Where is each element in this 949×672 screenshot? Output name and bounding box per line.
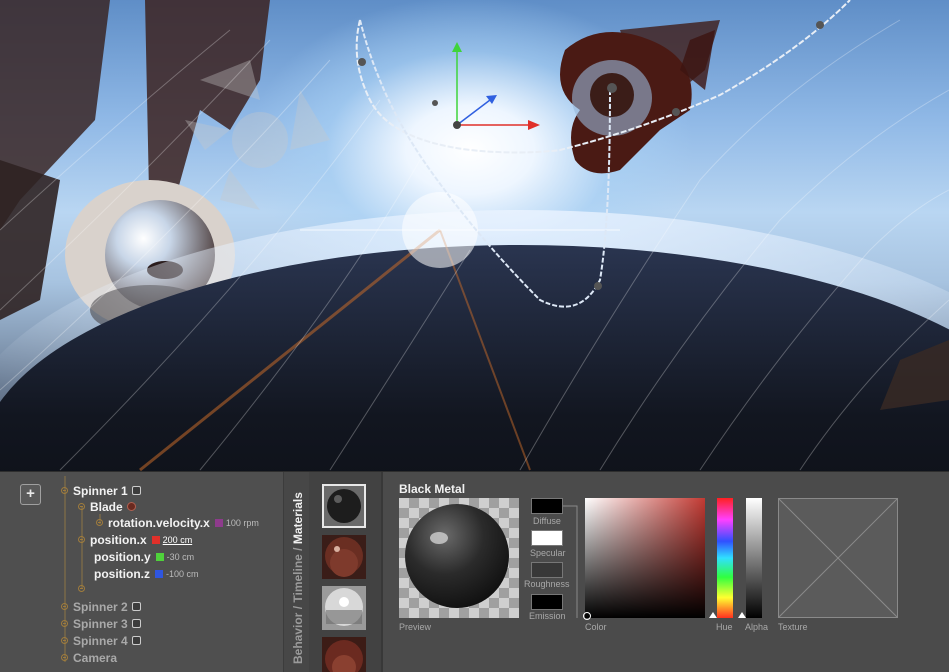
channel-value[interactable]: 200 cm bbox=[163, 535, 193, 545]
tree-item-blade[interactable]: Blade bbox=[78, 498, 136, 515]
material-thumb-red-metal[interactable] bbox=[322, 637, 366, 672]
color-picker-cursor[interactable] bbox=[583, 612, 591, 620]
tree-item-position-z[interactable]: position.z -100 cm bbox=[94, 565, 199, 582]
tree-item-label: Spinner 4 bbox=[73, 633, 128, 648]
node-dot-icon bbox=[61, 487, 68, 494]
channel-color-swatch bbox=[151, 535, 160, 544]
tree-item-spinner-4[interactable]: Spinner 4 bbox=[61, 632, 141, 649]
panel-tabs: Behavior / Timeline / Materials bbox=[283, 472, 310, 672]
tree-item-label: Spinner 3 bbox=[73, 616, 128, 631]
node-dot-icon bbox=[61, 654, 68, 661]
material-object-icon bbox=[126, 502, 136, 511]
emission-swatch[interactable] bbox=[531, 594, 563, 610]
specular-swatch[interactable] bbox=[531, 530, 563, 546]
hue-label: Hue bbox=[716, 622, 733, 632]
diffuse-swatch[interactable] bbox=[531, 498, 563, 514]
object-icon bbox=[131, 619, 141, 628]
texture-label: Texture bbox=[778, 622, 808, 632]
tab-materials[interactable]: Materials bbox=[291, 492, 305, 544]
tree-item-label: Spinner 2 bbox=[73, 599, 128, 614]
tab-behavior[interactable]: Behavior bbox=[291, 613, 305, 664]
color-picker-field[interactable] bbox=[583, 498, 705, 620]
spinner-blade bbox=[560, 30, 715, 174]
tree-item-label: Blade bbox=[90, 499, 123, 514]
tree-item-label: position.x bbox=[90, 532, 147, 547]
empty-texture-icon bbox=[778, 498, 898, 618]
channel-color-swatch bbox=[155, 552, 164, 561]
emission-label: Emission bbox=[529, 611, 566, 621]
tab-separator: / bbox=[291, 602, 305, 613]
tree-add-child[interactable] bbox=[78, 580, 90, 597]
specular-label: Specular bbox=[530, 548, 566, 558]
preview-label: Preview bbox=[399, 622, 432, 632]
channel-value[interactable]: 100 rpm bbox=[226, 518, 259, 528]
material-thumb-red-glossy[interactable] bbox=[322, 535, 366, 579]
node-dot-icon bbox=[96, 519, 103, 526]
diffuse-label: Diffuse bbox=[533, 516, 561, 526]
material-name[interactable]: Black Metal bbox=[399, 482, 465, 496]
color-label: Color bbox=[585, 622, 607, 632]
tree-item-label: Spinner 1 bbox=[73, 483, 128, 498]
material-preview bbox=[399, 498, 519, 618]
tab-separator: / bbox=[291, 544, 305, 555]
alpha-slider-handle[interactable] bbox=[738, 612, 746, 618]
alpha-label: Alpha bbox=[745, 622, 769, 632]
tree-item-label: rotation.velocity.x bbox=[108, 515, 210, 530]
transform-gizmo[interactable] bbox=[452, 42, 540, 130]
channel-value[interactable]: -30 cm bbox=[167, 552, 195, 562]
tab-timeline[interactable]: Timeline bbox=[291, 554, 305, 602]
tree-item-spinner-3[interactable]: Spinner 3 bbox=[61, 615, 141, 632]
axis-z-handle[interactable] bbox=[456, 99, 491, 126]
bottom-panel: + Spinner 1 Blade rotation.velocity.x 10… bbox=[0, 471, 949, 672]
channel-color-swatch bbox=[155, 569, 163, 578]
material-thumb-chrome[interactable] bbox=[322, 586, 366, 630]
tree-item-position-x[interactable]: position.x 200 cm bbox=[78, 531, 192, 548]
node-dot-icon bbox=[78, 585, 85, 592]
tree-item-label: position.z bbox=[94, 566, 150, 581]
tree-item-rotation-velocity-x[interactable]: rotation.velocity.x 100 rpm bbox=[96, 514, 259, 531]
3d-viewport[interactable] bbox=[0, 0, 949, 471]
scene-outline: + Spinner 1 Blade rotation.velocity.x 10… bbox=[0, 472, 283, 672]
alpha-slider[interactable] bbox=[746, 498, 762, 618]
tree-item-label: Camera bbox=[73, 650, 118, 665]
material-editor: Black Metal Preview Diffuse Specular Rou… bbox=[383, 472, 949, 672]
hue-slider-handle[interactable] bbox=[709, 612, 717, 618]
node-dot-icon bbox=[61, 603, 68, 610]
texture-slot[interactable] bbox=[778, 498, 898, 618]
material-thumb-black-metal[interactable] bbox=[322, 484, 366, 528]
tree-item-spinner-2[interactable]: Spinner 2 bbox=[61, 598, 141, 615]
node-dot-icon bbox=[61, 637, 68, 644]
scene-render bbox=[0, 0, 949, 471]
hue-slider[interactable] bbox=[717, 498, 733, 618]
node-dot-icon bbox=[78, 536, 85, 543]
tree-item-spinner-1[interactable]: Spinner 1 bbox=[61, 482, 141, 499]
material-list bbox=[309, 472, 383, 672]
tree-item-camera[interactable]: Camera bbox=[61, 649, 117, 666]
node-dot-icon bbox=[61, 620, 68, 627]
tree-item-position-y[interactable]: position.y -30 cm bbox=[94, 548, 194, 565]
object-icon bbox=[131, 486, 141, 495]
roughness-swatch[interactable] bbox=[531, 562, 563, 578]
object-icon bbox=[131, 602, 141, 611]
swatch-connector bbox=[563, 505, 578, 618]
node-dot-icon bbox=[78, 503, 85, 510]
channel-value[interactable]: -100 cm bbox=[166, 569, 199, 579]
object-icon bbox=[131, 636, 141, 645]
channel-color-swatch bbox=[214, 518, 223, 527]
tree-item-label: position.y bbox=[94, 549, 151, 564]
